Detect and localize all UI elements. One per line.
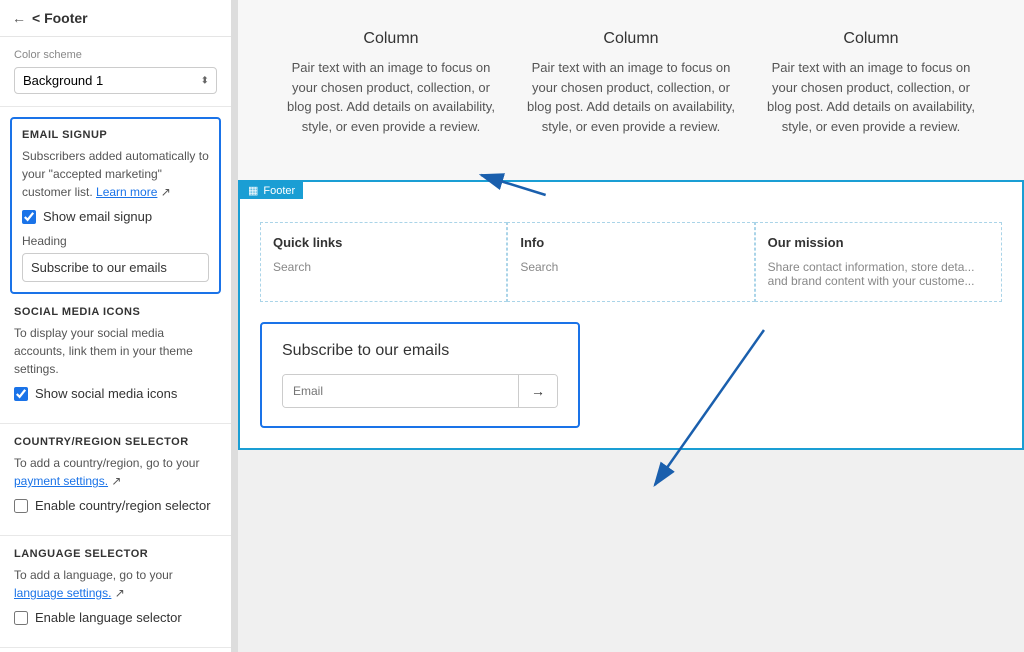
- country-region-description: To add a country/region, go to your paym…: [14, 454, 217, 490]
- show-social-label: Show social media icons: [35, 386, 177, 401]
- enable-language-checkbox[interactable]: [14, 611, 28, 625]
- learn-more-link[interactable]: Learn more: [96, 185, 157, 199]
- language-heading: LANGUAGE SELECTOR: [14, 548, 217, 560]
- show-email-signup-checkbox[interactable]: [22, 210, 36, 224]
- external-icon-3: ↗: [115, 586, 125, 600]
- footer-col-1: Quick links Search: [260, 222, 507, 302]
- footer-col-2-placeholder: Search: [520, 260, 741, 274]
- footer-icon: ▦: [248, 184, 258, 197]
- color-scheme-section: Color scheme Background 1 Background 2 I…: [0, 37, 231, 107]
- email-input[interactable]: [283, 375, 518, 407]
- show-social-row: Show social media icons: [14, 386, 217, 401]
- column-3-text: Pair text with an image to focus on your…: [761, 58, 981, 136]
- enable-language-label: Enable language selector: [35, 610, 182, 625]
- footer-col-3: Our mission Share contact information, s…: [755, 222, 1002, 302]
- subscribe-title: Subscribe to our emails: [282, 342, 558, 360]
- footer-col-1-placeholder: Search: [273, 260, 494, 274]
- footer-columns-row: Quick links Search Info Search Our missi…: [260, 222, 1002, 302]
- canvas-area: Column Pair text with an image to focus …: [238, 0, 1024, 450]
- show-email-signup-row: Show email signup: [22, 209, 209, 224]
- left-panel: ← < Footer Color scheme Background 1 Bac…: [0, 0, 232, 652]
- column-2-title: Column: [521, 30, 741, 48]
- email-signup-heading: EMAIL SIGNUP: [22, 129, 209, 141]
- external-icon-2: ↗: [111, 474, 121, 488]
- column-2-text: Pair text with an image to focus on your…: [521, 58, 741, 136]
- panel-title: < Footer: [32, 10, 88, 26]
- language-settings-link[interactable]: language settings.: [14, 586, 111, 600]
- footer-label: ▦ Footer: [240, 182, 303, 199]
- submit-button[interactable]: →: [518, 375, 557, 407]
- column-2: Column Pair text with an image to focus …: [521, 30, 741, 150]
- heading-text-input[interactable]: Subscribe to our emails: [22, 253, 209, 282]
- show-social-checkbox[interactable]: [14, 387, 28, 401]
- footer-col-2: Info Search: [507, 222, 754, 302]
- footer-content: Quick links Search Info Search Our missi…: [240, 182, 1022, 448]
- show-email-signup-label: Show email signup: [43, 209, 152, 224]
- back-button[interactable]: ←: [12, 10, 26, 26]
- footer-col-3-text: Share contact information, store deta...…: [768, 260, 989, 288]
- payment-settings-link[interactable]: payment settings.: [14, 474, 108, 488]
- column-3: Column Pair text with an image to focus …: [761, 30, 981, 150]
- heading-field-label: Heading: [22, 234, 209, 248]
- color-scheme-label: Color scheme: [14, 49, 217, 61]
- column-1-title: Column: [281, 30, 501, 48]
- footer-canvas: ▦ Footer Quick links Search Info Search …: [238, 180, 1024, 450]
- footer-col-1-title: Quick links: [273, 235, 494, 250]
- language-selector-section: LANGUAGE SELECTOR To add a language, go …: [0, 536, 231, 648]
- enable-country-checkbox[interactable]: [14, 499, 28, 513]
- columns-section: Column Pair text with an image to focus …: [238, 0, 1024, 180]
- language-description: To add a language, go to your language s…: [14, 566, 217, 602]
- panel-header: ← < Footer: [0, 0, 231, 37]
- color-scheme-select[interactable]: Background 1 Background 2 Inverse Accent…: [14, 67, 217, 94]
- social-media-description: To display your social media accounts, l…: [14, 324, 217, 378]
- social-media-heading: SOCIAL MEDIA ICONS: [14, 306, 217, 318]
- email-signup-section: EMAIL SIGNUP Subscribers added automatic…: [10, 117, 221, 294]
- enable-country-row: Enable country/region selector: [14, 498, 217, 513]
- footer-col-2-title: Info: [520, 235, 741, 250]
- enable-language-row: Enable language selector: [14, 610, 217, 625]
- social-media-section: SOCIAL MEDIA ICONS To display your socia…: [0, 294, 231, 424]
- column-1: Column Pair text with an image to focus …: [281, 30, 501, 150]
- subscribe-box: Subscribe to our emails →: [260, 322, 580, 428]
- country-region-heading: COUNTRY/REGION SELECTOR: [14, 436, 217, 448]
- canvas-wrapper: Column Pair text with an image to focus …: [238, 0, 1024, 652]
- country-region-section: COUNTRY/REGION SELECTOR To add a country…: [0, 424, 231, 536]
- email-input-row: →: [282, 374, 558, 408]
- external-icon: ↗: [161, 185, 171, 199]
- email-signup-description: Subscribers added automatically to your …: [22, 147, 209, 201]
- enable-country-label: Enable country/region selector: [35, 498, 211, 513]
- column-1-text: Pair text with an image to focus on your…: [281, 58, 501, 136]
- footer-col-3-title: Our mission: [768, 235, 989, 250]
- color-scheme-select-wrapper: Background 1 Background 2 Inverse Accent…: [14, 67, 217, 94]
- column-3-title: Column: [761, 30, 981, 48]
